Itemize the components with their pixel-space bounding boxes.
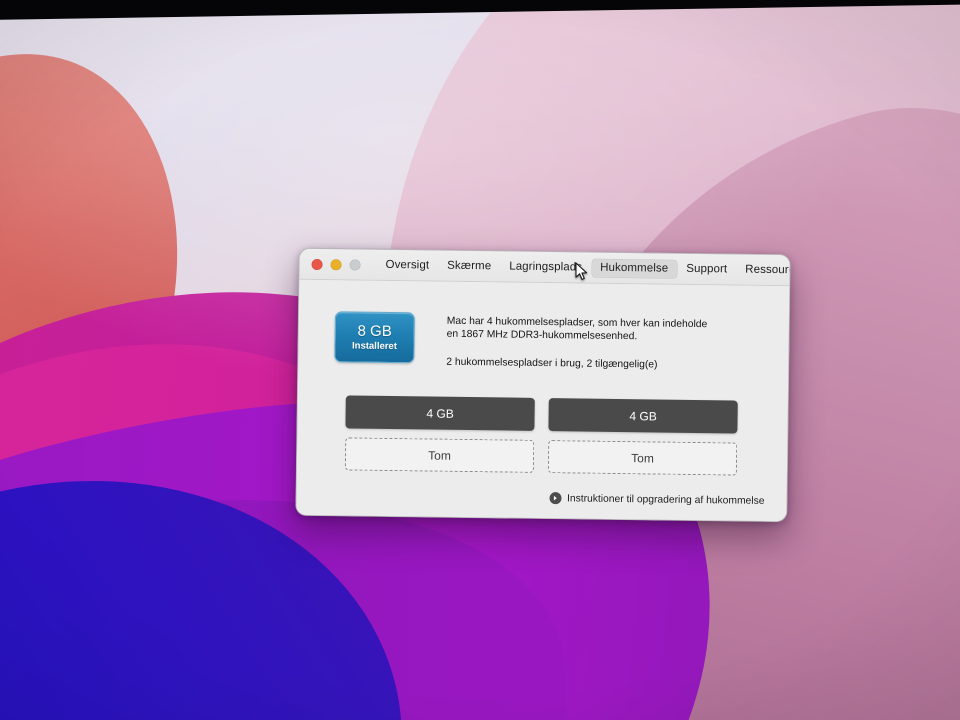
zoom-button[interactable] — [349, 258, 361, 271]
about-this-mac-window: Oversigt Skærme Lagringsplads Hukommelse… — [295, 247, 791, 523]
tab-ressourcer[interactable]: Ressourcer — [736, 260, 791, 280]
memory-usage-summary: 2 hukommelsespladser i brug, 2 tilgængel… — [446, 356, 658, 371]
tab-bar: Oversigt Skærme Lagringsplads Hukommelse… — [376, 255, 791, 280]
memory-slot-4[interactable]: Tom — [547, 440, 738, 476]
memory-slots-grid: 4 GB 4 GB Tom Tom — [344, 395, 738, 476]
installed-memory-badge: 8 GB Installeret — [334, 311, 415, 364]
memory-slot-1[interactable]: 4 GB — [345, 395, 535, 431]
tab-lagringsplads[interactable]: Lagringsplads — [500, 257, 591, 277]
memory-slot-2[interactable]: 4 GB — [548, 398, 738, 434]
tab-oversigt[interactable]: Oversigt — [376, 255, 438, 275]
memory-panel: 8 GB Installeret Mac har 4 hukommelsespl… — [296, 279, 790, 523]
window-controls — [311, 258, 361, 271]
installed-memory-size: 8 GB — [357, 322, 392, 341]
tab-skaerme[interactable]: Skærme — [438, 256, 500, 276]
photo-of-screen: Oversigt Skærme Lagringsplads Hukommelse… — [0, 0, 960, 720]
minimize-button[interactable] — [330, 258, 342, 270]
tab-support[interactable]: Support — [677, 259, 736, 279]
tab-hukommelse[interactable]: Hukommelse — [591, 258, 678, 279]
memory-upgrade-instructions-label: Instruktioner til opgradering af hukomme… — [566, 492, 765, 507]
arrow-right-circle-icon — [548, 492, 562, 505]
close-button[interactable] — [311, 258, 323, 270]
memory-upgrade-instructions-link[interactable]: Instruktioner til opgradering af hukomme… — [548, 492, 765, 507]
memory-slot-3[interactable]: Tom — [344, 437, 535, 473]
installed-memory-status: Installeret — [351, 340, 397, 353]
memory-description: Mac har 4 hukommelsespladser, som hver k… — [447, 315, 747, 346]
